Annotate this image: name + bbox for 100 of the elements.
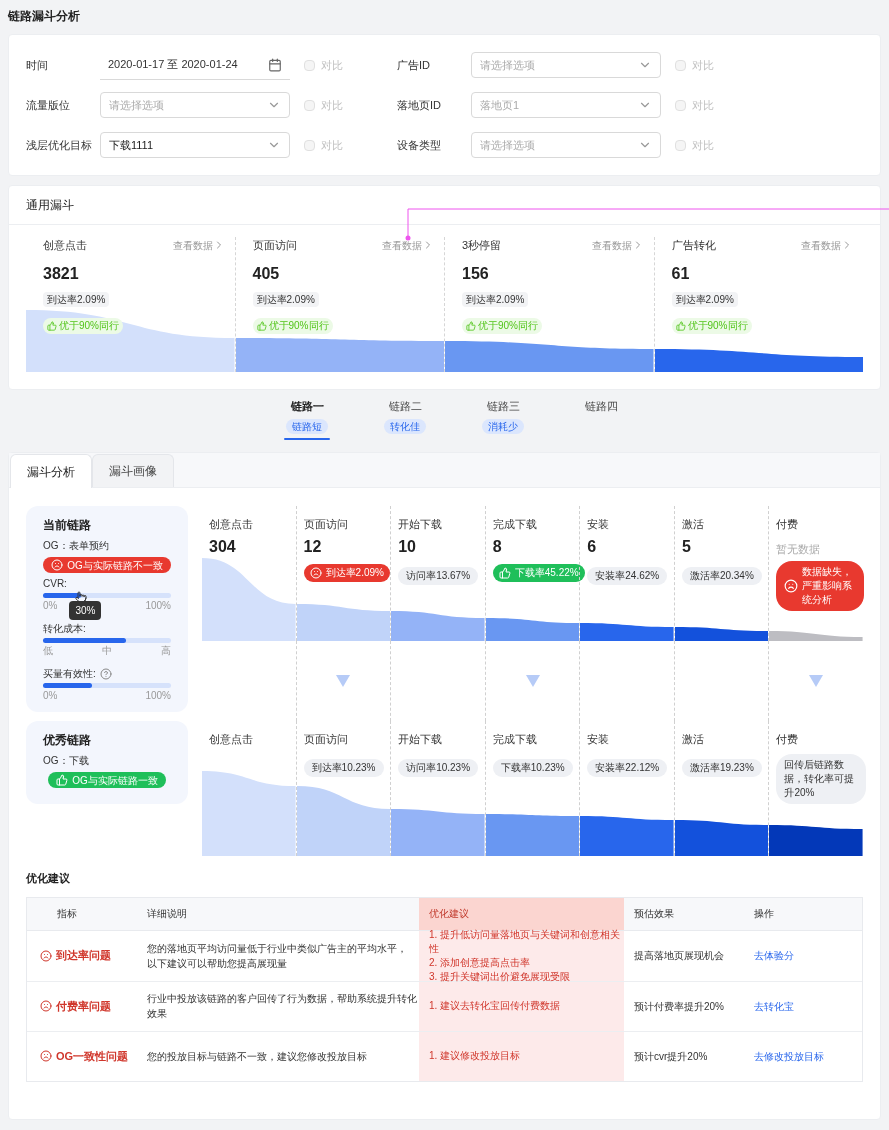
rate-badge: 激活率20.34% xyxy=(681,566,762,585)
action-link[interactable]: 去体验分 xyxy=(754,948,794,963)
scale-label: 0% xyxy=(43,600,58,612)
effect-text: 预计cvr提升20% xyxy=(634,1049,708,1064)
stage-value: 61 xyxy=(671,263,691,284)
rate-chip: 到达率2.09% xyxy=(252,291,319,307)
advice-text: 1. 建议去转化宝回传付费数据 xyxy=(429,999,562,1013)
chain-tab[interactable]: 链路一 链路短 xyxy=(258,398,356,446)
stage-value: 3821 xyxy=(43,263,80,284)
rate-label: 下载率45.22% xyxy=(514,566,579,580)
stage-name: 创意点击 xyxy=(209,517,253,532)
stage-name: 创意点击 xyxy=(43,238,87,253)
advice-text: 1. 提升低访问量落地页与关键词和创意相关性 xyxy=(429,927,622,956)
chain-tab-label: 链路四 xyxy=(584,399,618,414)
frown-icon xyxy=(40,949,52,962)
frown-icon xyxy=(309,566,322,579)
thumbs-up-icon xyxy=(675,320,686,331)
rate-label: 到达率2.09% xyxy=(325,566,384,580)
section-title: 优化建议 xyxy=(26,871,71,886)
stage-name: 激活 xyxy=(681,732,704,747)
description-text: 您的投放目标与链路不一致，建议您修改投放目标 xyxy=(147,1049,368,1064)
stage-name: 开始下载 xyxy=(398,517,443,532)
advice-text: 1. 建议修改投放目标 xyxy=(429,1049,522,1063)
scale-label: 100% xyxy=(145,690,171,702)
select-placeholder: 落地页1 xyxy=(480,97,520,113)
rate-chip: 到达率2.09% xyxy=(462,291,529,307)
description-text: 以下建议可以帮助您提高展现量 xyxy=(147,956,288,971)
og-status-text: OG与实际链路一致 xyxy=(72,773,158,788)
stage-name: 页面访问 xyxy=(252,238,297,253)
chain-tag: 转化佳 xyxy=(384,418,426,434)
action-link[interactable]: 去修改投放目标 xyxy=(754,1048,824,1064)
column-header: 优化建议 xyxy=(419,897,624,930)
rate-badge: 到达率10.23% xyxy=(303,758,384,777)
chain-tab[interactable]: 链路二 转化佳 xyxy=(356,398,454,446)
chain-tab[interactable]: 链路三 消耗少 xyxy=(454,398,552,446)
rate-chip: 到达率2.09% xyxy=(671,291,738,307)
filter-label: 浅层优化目标 xyxy=(26,137,93,153)
rate-badge: 下载率10.23% xyxy=(492,758,573,777)
select-placeholder: 请选择选项 xyxy=(480,57,535,73)
select-field[interactable]: 下载1111 xyxy=(100,132,290,158)
column-header: 指标 xyxy=(56,907,78,921)
action-link[interactable]: 去转化宝 xyxy=(754,998,794,1014)
view-data-link[interactable]: 查看数据 xyxy=(382,237,434,253)
select-placeholder: 请选择选项 xyxy=(480,137,535,153)
chain-tab-label: 链路三 xyxy=(486,399,520,414)
view-data-text: 查看数据 xyxy=(591,238,632,253)
chain-title: 当前链路 xyxy=(43,517,92,534)
compare-label: 对比 xyxy=(321,57,343,73)
advice-text: 2. 添加创意提高点击率 xyxy=(429,955,532,970)
compare-checkbox[interactable] xyxy=(675,99,686,111)
frown-icon xyxy=(40,1000,52,1012)
stage-name: 3秒停留 xyxy=(462,238,502,253)
compare-checkbox[interactable] xyxy=(304,59,315,71)
stage-name: 完成下载 xyxy=(492,517,537,532)
peer-badge-text: 优于90%同行 xyxy=(59,319,119,333)
view-data-text: 查看数据 xyxy=(172,238,213,253)
view-data-text: 查看数据 xyxy=(382,238,422,253)
view-data-link[interactable]: 查看数据 xyxy=(172,237,225,253)
compare-checkbox[interactable] xyxy=(675,139,686,151)
stage-name: 安装 xyxy=(587,732,610,747)
value-tooltip: 30% xyxy=(69,601,102,620)
chain-tab[interactable]: 链路四 xyxy=(552,398,650,446)
compare-checkbox[interactable] xyxy=(304,139,315,151)
thumbs-up-icon xyxy=(466,320,476,331)
stage-name: 完成下载 xyxy=(492,732,537,747)
compare-label: 对比 xyxy=(321,97,343,113)
scale-label: 0% xyxy=(43,690,58,702)
compare-checkbox[interactable] xyxy=(304,99,315,111)
thumbs-up-icon xyxy=(47,320,57,331)
stage-name: 安装 xyxy=(587,517,610,532)
date-range-field[interactable]: 2020-01-17 至 2020-01-24 xyxy=(100,50,290,80)
view-data-link[interactable]: 查看数据 xyxy=(801,237,853,253)
filter-label: 落地页ID xyxy=(397,97,442,113)
column-header: 操作 xyxy=(753,907,775,921)
stage-value: 10 xyxy=(398,536,416,557)
compare-checkbox[interactable] xyxy=(675,59,686,71)
effect-text: 提高落地页展现机会 xyxy=(634,949,724,963)
chain-tag: 消耗少 xyxy=(482,418,524,434)
filter-label: 广告ID xyxy=(397,57,431,73)
view-data-link[interactable]: 查看数据 xyxy=(591,237,644,253)
page-title: 链路漏斗分析 xyxy=(8,8,80,25)
tab[interactable]: 漏斗画像 xyxy=(92,454,174,487)
rate-badge: 安装率22.12% xyxy=(587,758,668,777)
scale-label: 中 xyxy=(102,645,112,657)
scale-label: 100% xyxy=(145,600,171,612)
column-header: 详细说明 xyxy=(146,907,188,921)
date-range-value: 2020-01-17 至 2020-01-24 xyxy=(108,57,238,73)
view-data-text: 查看数据 xyxy=(801,238,841,253)
compare-label: 对比 xyxy=(692,57,714,73)
og-text: OG：下载 xyxy=(43,754,90,768)
pointer-cursor-icon xyxy=(75,591,88,603)
frown-icon xyxy=(40,1050,52,1062)
meter-label: 买量有效性: xyxy=(43,667,96,681)
chain-tab-label: 链路二 xyxy=(388,399,422,414)
stage-name: 页面访问 xyxy=(303,732,348,747)
column-header: 预估效果 xyxy=(633,907,675,921)
tab[interactable]: 漏斗分析 xyxy=(10,454,92,488)
og-text: OG：表单预约 xyxy=(43,539,110,553)
stage-value: 12 xyxy=(303,536,322,557)
stage-name: 广告转化 xyxy=(671,238,716,253)
